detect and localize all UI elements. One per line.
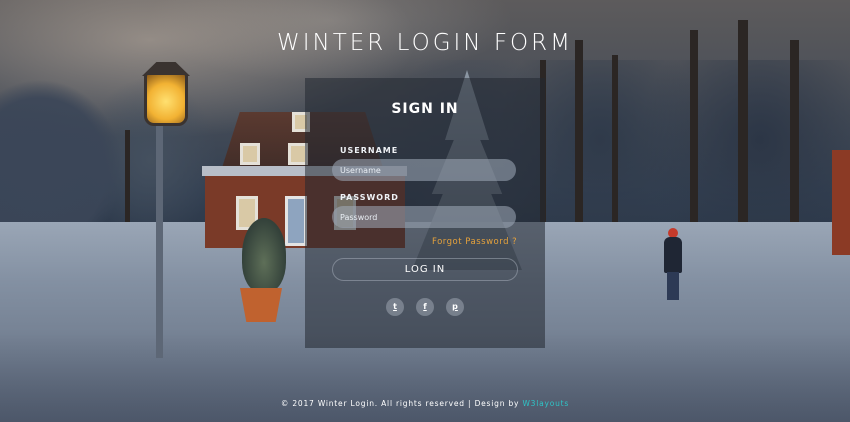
username-input[interactable]	[332, 159, 516, 181]
flower-pot	[240, 288, 282, 322]
password-input[interactable]	[332, 206, 516, 228]
tree-trunk	[690, 30, 698, 245]
tree-trunk	[575, 40, 583, 245]
facebook-icon[interactable]: f	[416, 298, 434, 316]
brick-wall	[832, 150, 850, 255]
footer-copyright: © 2017 Winter Login. All rights reserved…	[280, 399, 523, 408]
tree-trunk	[612, 55, 618, 245]
lamp-post	[156, 118, 163, 358]
footer-designer-link[interactable]: W3layouts	[522, 399, 569, 408]
potted-shrub	[242, 218, 286, 292]
walking-person	[662, 228, 684, 300]
username-label: USERNAME	[340, 146, 399, 155]
form-heading: SIGN IN	[391, 101, 459, 117]
pinterest-icon[interactable]: p	[446, 298, 464, 316]
street-lamp	[144, 72, 188, 126]
page-title: WINTER LOGIN FORM	[277, 30, 573, 56]
house-door	[285, 196, 307, 246]
tree-trunk	[790, 40, 799, 240]
twitter-icon[interactable]: t	[386, 298, 404, 316]
house-window	[240, 143, 260, 165]
password-label: PASSWORD	[340, 193, 399, 202]
login-button[interactable]: LOG IN	[332, 258, 518, 281]
forgot-password-link[interactable]: Forgot Password ?	[432, 237, 517, 247]
footer: © 2017 Winter Login. All rights reserved…	[0, 399, 850, 408]
